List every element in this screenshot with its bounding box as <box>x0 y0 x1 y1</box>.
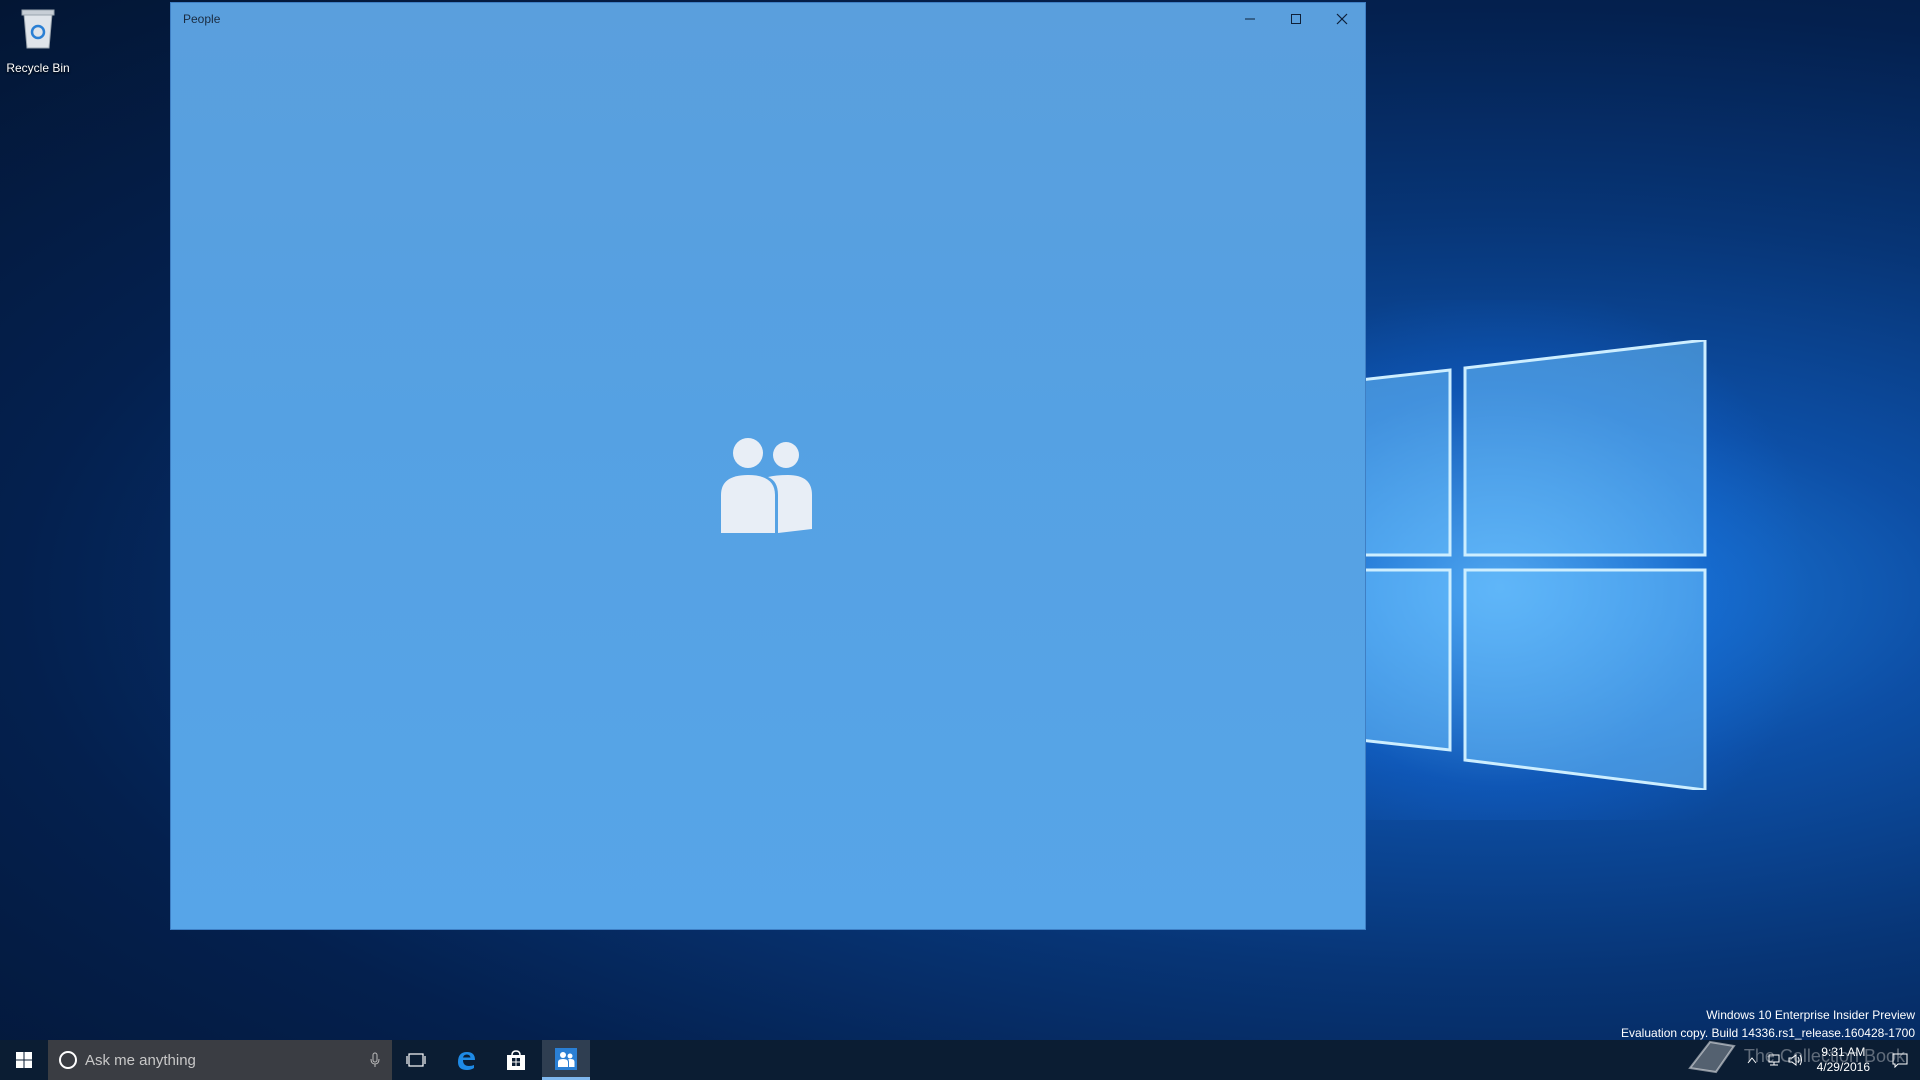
close-icon <box>1336 13 1348 25</box>
site-watermark: The Collection Book <box>1686 1036 1905 1076</box>
store-bag-icon <box>507 1050 525 1070</box>
windows-logo-wallpaper <box>1360 340 1707 790</box>
window-title: People <box>183 12 221 26</box>
people-splash-icon <box>721 438 812 533</box>
maximize-button[interactable] <box>1273 3 1319 35</box>
start-button[interactable] <box>0 1040 48 1080</box>
book-watermark-icon <box>1688 1040 1736 1074</box>
search-placeholder: Ask me anything <box>85 1051 196 1069</box>
cortana-search-box[interactable]: Ask me anything <box>48 1040 392 1080</box>
people-app-icon <box>555 1047 577 1070</box>
microphone-icon[interactable] <box>370 1052 380 1068</box>
minimize-icon <box>1245 18 1255 20</box>
edge-browser-icon <box>458 1052 475 1070</box>
taskbar-people-button[interactable] <box>542 1040 590 1080</box>
minimize-button[interactable] <box>1227 3 1273 35</box>
task-view-icon <box>406 1053 426 1067</box>
title-bar[interactable]: People <box>171 3 1365 35</box>
taskbar-edge-button[interactable] <box>442 1040 490 1080</box>
taskbar-store-button[interactable] <box>492 1040 540 1080</box>
recycle-bin-label: Recycle Bin <box>6 61 70 75</box>
recycle-bin-desktop-icon[interactable]: Recycle Bin <box>4 6 72 75</box>
recycle-bin-icon <box>21 9 55 49</box>
close-button[interactable] <box>1319 3 1365 35</box>
people-app-window[interactable]: People <box>170 2 1366 930</box>
maximize-icon <box>1291 14 1301 24</box>
task-view-button[interactable] <box>392 1040 440 1080</box>
edition-text: Windows 10 Enterprise Insider Preview <box>1706 1008 1915 1022</box>
windows-start-icon <box>16 1052 32 1068</box>
site-watermark-text: The Collection Book <box>1743 1045 1905 1066</box>
cortana-icon <box>59 1051 77 1069</box>
taskbar: Ask me anything 9:31 AM 4/29/2016 <box>0 1040 1920 1080</box>
